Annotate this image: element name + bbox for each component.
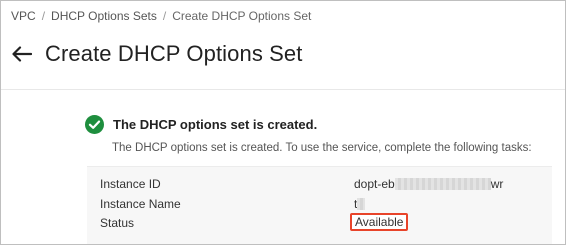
detail-row-instance-id: Instance ID dopt-eb wr	[87, 174, 552, 194]
detail-label: Instance ID	[100, 177, 161, 191]
redacted-mask	[394, 178, 491, 190]
instance-details-panel: Instance ID dopt-eb wr Instance Name t S…	[87, 166, 552, 244]
instance-id-value: dopt-eb wr	[354, 177, 503, 191]
page-title: Create DHCP Options Set	[45, 41, 303, 66]
instance-id-suffix: wr	[490, 177, 504, 191]
page-header: Create DHCP Options Set	[11, 37, 302, 71]
success-description: The DHCP options set is created. To use …	[112, 142, 532, 154]
breadcrumb-item-current: Create DHCP Options Set	[172, 9, 312, 23]
success-title: The DHCP options set is created.	[113, 117, 318, 132]
page-frame: VPC / DHCP Options Sets / Create DHCP Option…	[0, 0, 566, 245]
instance-id-prefix: dopt-eb	[354, 177, 395, 191]
instance-name-value: t	[354, 197, 366, 211]
breadcrumb-item-dhcp-options-sets[interactable]: DHCP Options Sets	[51, 9, 157, 23]
back-button[interactable]	[11, 43, 33, 65]
breadcrumb-item-vpc[interactable]: VPC	[11, 9, 36, 23]
breadcrumb: VPC / DHCP Options Sets / Create DHCP Option…	[11, 9, 311, 23]
detail-row-instance-name: Instance Name t	[87, 194, 552, 214]
detail-label: Status	[100, 216, 135, 230]
status-badge: Available	[350, 213, 409, 231]
success-message: The DHCP options set is created.	[85, 115, 317, 134]
check-circle-icon	[85, 115, 104, 134]
redacted-mask	[357, 198, 366, 210]
detail-row-status: Status Available	[87, 213, 552, 233]
breadcrumb-separator: /	[41, 9, 46, 23]
arrow-left-icon	[12, 46, 32, 62]
detail-label: Instance Name	[100, 197, 181, 211]
breadcrumb-separator: /	[162, 9, 167, 23]
